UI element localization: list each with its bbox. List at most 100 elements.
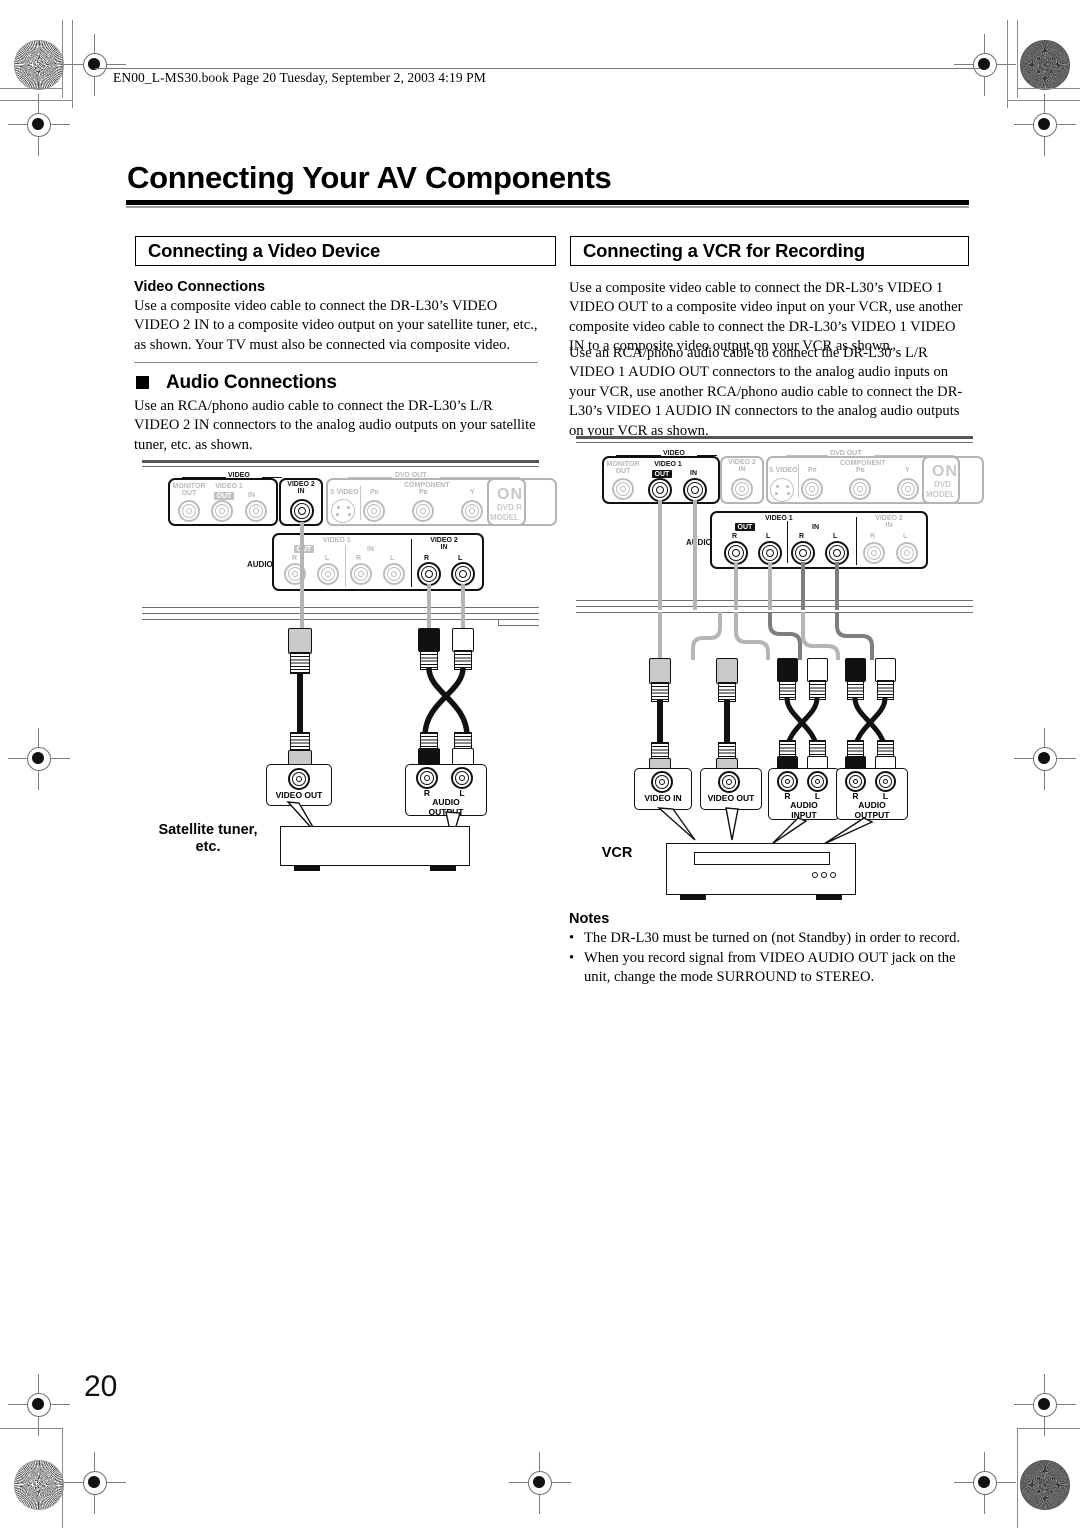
crop-mark-tr-v2 — [1007, 20, 1008, 108]
crop-mark-bl-h — [0, 1428, 62, 1429]
label-dvd-out-group: DVD OUT — [395, 472, 427, 479]
right-label-y: Y — [905, 467, 910, 474]
left-video-plug-bot-ribs — [290, 732, 310, 752]
satellite-tuner-foot-left — [294, 866, 320, 871]
satellite-tuner-label: Satellite tuner, etc. — [158, 822, 258, 856]
right-jack-pr — [801, 478, 823, 500]
right-callout-video-out-label: VIDEO OUT — [707, 793, 755, 803]
jack-video1-out — [211, 500, 233, 522]
audio-divider-2 — [411, 539, 413, 587]
registration-crosshair-right-lower — [1014, 1374, 1076, 1436]
right-dvdout-rule-left — [786, 455, 828, 456]
right-video-group-rule-left — [616, 455, 661, 456]
title-rule-grey — [126, 206, 969, 208]
right-label-svideo: S VIDEO — [769, 467, 798, 474]
label-svideo: S VIDEO — [330, 489, 359, 496]
section-header-vcr: Connecting a VCR for Recording — [570, 236, 969, 266]
label-audio-v1out-r: R — [292, 555, 298, 562]
label-audio-video1-in: IN — [367, 546, 374, 553]
registration-crosshair-bottom-right — [954, 1452, 1016, 1514]
dvdout-divider — [360, 486, 362, 520]
right-label-audio-video2-in: VIDEO 2 IN — [875, 515, 903, 529]
audio-divider-1 — [345, 545, 347, 587]
brand-line2-left: DVD R — [497, 503, 522, 512]
right-plug-ainput-l-top — [807, 658, 828, 682]
right-plug-aoutput-l-top — [875, 658, 896, 682]
crop-mark-bl-v — [62, 1428, 63, 1528]
right-label-audio-v1-out: OUT — [735, 523, 755, 531]
right-callout-ainput-r-jack — [777, 771, 798, 792]
section-title-right: Connecting a VCR for Recording — [583, 240, 865, 261]
label-audio-v2in-r: R — [424, 555, 430, 562]
right-plug-videoin-top — [649, 658, 671, 684]
right-label-audio-v1in-r: R — [799, 533, 805, 540]
right-label-audio-video1: VIDEO 1 — [765, 515, 793, 522]
brand-line3-right: MODEL — [926, 490, 955, 499]
label-audio-v2in-l: L — [458, 555, 463, 562]
right-plug-videoout-top-ribs — [718, 682, 736, 702]
header-file-line: EN00_L-MS30.book Page 20 Tuesday, Septem… — [113, 70, 486, 85]
right-label-pb: PB — [856, 467, 865, 474]
right-jack-video1-out — [648, 478, 672, 502]
vcr-cassette-slot — [694, 852, 830, 865]
right-label-component-group: COMPONENT — [840, 460, 886, 467]
label-pr: PR — [370, 489, 379, 496]
jack-pr — [363, 500, 385, 522]
right-label-audio-v2in-r: R — [870, 533, 876, 540]
brand-onkyo-left: ON — [497, 486, 523, 503]
right-videoout-wire — [724, 700, 730, 746]
vcr-body-2: Use an RCA/phono audio cable to connect … — [569, 345, 963, 439]
right-shelf-line-2 — [576, 606, 973, 608]
right-label-audio-v2in-l: L — [903, 533, 908, 540]
right-callout-aoutput-r-jack — [845, 771, 866, 792]
crop-mark-tr-h2 — [1008, 100, 1080, 101]
video-connections-subhead: Video Connections — [134, 279, 266, 295]
page-title: Connecting Your AV Components — [127, 160, 612, 195]
right-label-monitor-out: MONITOR OUT — [606, 461, 640, 475]
left-audio-l-wire-top — [461, 584, 465, 628]
right-label-video1-out: OUT — [652, 470, 672, 478]
left-audio-cable-crossover — [422, 667, 470, 737]
right-jack-video1-in — [683, 478, 707, 502]
section-title-left: Connecting a Video Device — [148, 240, 381, 261]
satellite-tuner-foot-right — [430, 866, 456, 871]
label-audio-video1: VIDEO 1 — [323, 537, 351, 544]
jack-video2-in — [290, 499, 314, 523]
registration-starburst-top-left — [14, 40, 64, 90]
video-group-rule-right — [262, 477, 282, 478]
right-v1out-wire-vert — [658, 500, 662, 610]
label-audio-v1in-l: L — [390, 555, 395, 562]
audio-connections-bullet-icon — [136, 376, 149, 389]
right-jack-video2-in — [731, 478, 753, 500]
video-group-rule-left — [182, 477, 226, 478]
jack-video1-in — [245, 500, 267, 522]
registration-crosshair-top-left — [64, 34, 126, 96]
crop-mark-tl-v — [62, 20, 63, 98]
audio-connections-head: Audio Connections — [166, 372, 337, 393]
right-jack-y — [897, 478, 919, 500]
label-component-group: COMPONENT — [404, 482, 450, 489]
left-callout-audio-out-l-jack — [451, 767, 473, 789]
header-rule — [95, 68, 980, 69]
jack-audio-v1in-l — [383, 563, 405, 585]
left-audio-r-wire-top — [427, 584, 431, 628]
label-audio-v1in-r: R — [356, 555, 362, 562]
label-audio-video2-in: VIDEO 2 IN — [430, 537, 458, 551]
right-callout-video-in-leader — [656, 807, 696, 841]
vcr-button-1 — [812, 872, 818, 878]
left-video-plug-top — [288, 628, 312, 654]
left-video-plug-top-ribs — [290, 652, 310, 674]
right-jack-monitor-out — [612, 478, 634, 500]
right-chassis-top-edge-2 — [576, 442, 973, 444]
left-shelf-notch — [498, 625, 539, 627]
right-callout-video-in-jack — [651, 771, 673, 793]
right-label-audio-v1out-l: L — [766, 533, 771, 540]
right-label-audio: AUDIO — [686, 538, 712, 547]
crop-mark-tl-h2 — [0, 100, 72, 101]
right-ain-l-wire-vert — [835, 562, 839, 610]
label-pb: PB — [419, 489, 428, 496]
note-item-2: • When you record signal from VIDEO AUDI… — [569, 949, 971, 988]
crop-mark-tr-h — [1018, 88, 1080, 89]
right-audio-divider-1 — [787, 521, 789, 563]
right-label-video1-group: VIDEO 1 — [654, 461, 682, 468]
